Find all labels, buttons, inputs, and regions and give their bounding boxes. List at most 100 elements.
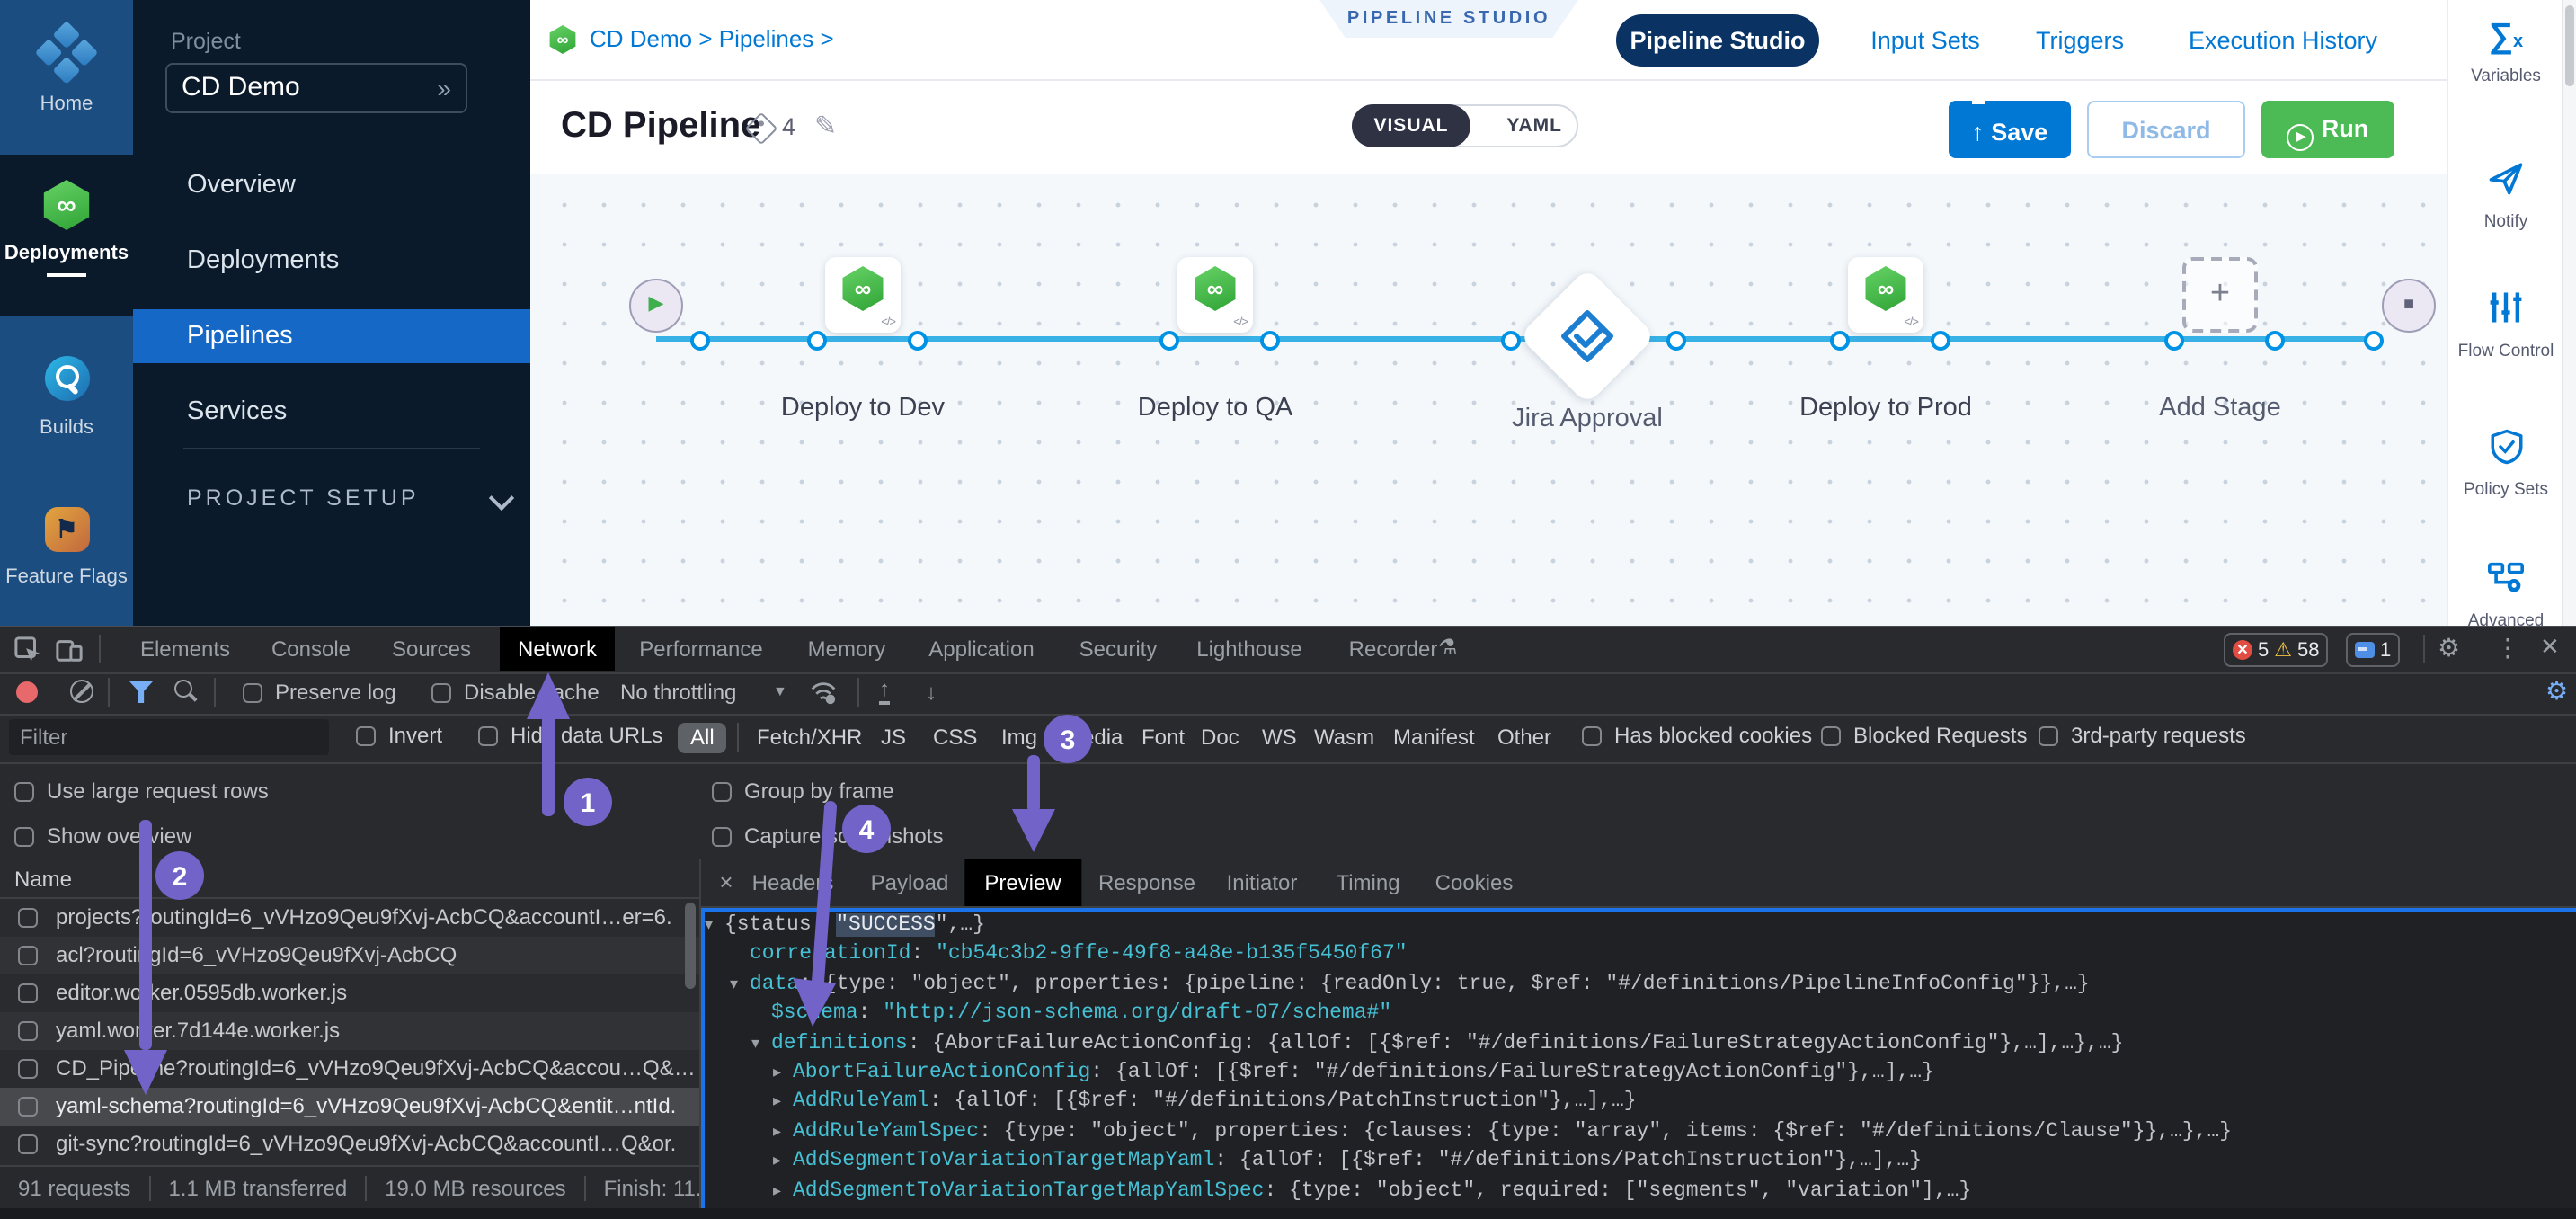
devtools-tab-recorder[interactable]: Recorder	[1349, 627, 1438, 671]
chevron-down-icon[interactable]	[489, 485, 514, 511]
sidebar-item-deployments[interactable]: ∞ Deployments	[0, 155, 133, 316]
json-line[interactable]: ▸AddRuleYaml: {allOf: [{$ref: "#/definit…	[705, 1089, 2576, 1118]
devtools-tab-network[interactable]: Network	[500, 627, 615, 671]
request-row[interactable]: yaml.worker.7d144e.worker.js	[0, 1012, 699, 1050]
invert-label[interactable]: Invert	[388, 723, 442, 748]
filter-type-css[interactable]: CSS	[933, 723, 977, 753]
filter-type-wasm[interactable]: Wasm	[1314, 723, 1374, 753]
tab-execution-history[interactable]: Execution History	[2175, 14, 2391, 67]
issues-badge[interactable]: 1	[2346, 633, 2400, 667]
filter-input[interactable]	[9, 719, 329, 755]
close-devtools-icon[interactable]: ✕	[2540, 633, 2560, 662]
json-line[interactable]: ▸AddSegmentToVariationTargetMapYaml: {al…	[705, 1147, 2576, 1177]
variables-button[interactable]: ∑x Variables	[2448, 14, 2563, 89]
dropdown-arrow-icon[interactable]: ▼	[773, 678, 787, 707]
detail-tab-headers[interactable]: Headers	[752, 859, 834, 906]
sidebar-item-deployments-nav[interactable]: Deployments	[133, 234, 530, 288]
throttling-select[interactable]: No throttling	[620, 678, 736, 707]
disable-cache-checkbox[interactable]	[431, 678, 451, 707]
filter-type-fetch-xhr[interactable]: Fetch/XHR	[757, 723, 862, 753]
tab-triggers[interactable]: Triggers	[2026, 14, 2134, 67]
devtools-tab-elements[interactable]: Elements	[140, 627, 230, 671]
use-large-rows-label[interactable]: Use large request rows	[47, 779, 269, 804]
network-settings-gear-icon[interactable]: ⚙	[2545, 676, 2568, 707]
stage-deploy-to-qa[interactable]: ∞ </>	[1177, 257, 1253, 333]
show-overview-label[interactable]: Show overview	[47, 823, 191, 849]
filter-type-doc[interactable]: Doc	[1201, 723, 1239, 753]
hide-data-urls-checkbox[interactable]	[478, 723, 498, 748]
sidebar-item-feature-flags[interactable]: ⚑ Feature Flags	[0, 471, 133, 626]
devtools-tab-sources[interactable]: Sources	[392, 627, 471, 671]
detail-tab-preview[interactable]: Preview	[964, 859, 1080, 906]
filter-type-ws[interactable]: WS	[1262, 723, 1297, 753]
pipeline-end-node[interactable]: ■	[2382, 279, 2436, 333]
group-by-frame-checkbox[interactable]	[712, 779, 732, 804]
policy-sets-button[interactable]: Policy Sets	[2448, 428, 2563, 503]
pipeline-canvas[interactable]: ▶ ∞ </> ∞ </> ∞ </> + ■	[530, 174, 2447, 626]
blocked-requests-checkbox[interactable]	[1821, 723, 1841, 748]
request-row[interactable]: editor.worker.0595db.worker.js	[0, 974, 699, 1012]
record-button[interactable]	[16, 681, 38, 703]
json-root-line[interactable]: ▾{status: "SUCCESS",…}	[705, 912, 2576, 941]
third-party-requests-checkbox[interactable]	[2039, 723, 2058, 748]
sidebar-item-home[interactable]: Home	[0, 0, 133, 155]
search-icon[interactable]	[174, 680, 192, 698]
kebab-menu-icon[interactable]: ⋮	[2495, 633, 2520, 663]
preview-json-tree[interactable]: ▾{status: "SUCCESS",…} correlationId: "c…	[701, 908, 2576, 1208]
json-line[interactable]: ▸AddRuleYamlSpec: {type: "object", prope…	[705, 1117, 2576, 1147]
inspect-element-icon[interactable]	[14, 636, 41, 663]
scrollbar-thumb[interactable]	[2565, 5, 2574, 86]
console-status-badge[interactable]: ✕5 ⚠58	[2224, 633, 2329, 667]
third-party-requests-label[interactable]: 3rd-party requests	[2071, 723, 2246, 748]
import-har-icon[interactable]: ↑	[879, 678, 890, 705]
detail-tab-cookies[interactable]: Cookies	[1435, 859, 1514, 906]
toggle-yaml[interactable]: YAML	[1506, 106, 1562, 146]
filter-type-other[interactable]: Other	[1497, 723, 1551, 753]
detail-tab-initiator[interactable]: Initiator	[1227, 859, 1298, 906]
filter-funnel-icon[interactable]	[129, 681, 153, 703]
json-line[interactable]: ▾data: {type: "object", properties: {pip…	[705, 971, 2576, 1001]
close-detail-icon[interactable]: ×	[708, 859, 744, 906]
devtools-tab-lighthouse[interactable]: Lighthouse	[1196, 627, 1301, 671]
stage-jira-approval[interactable]	[1519, 268, 1657, 405]
tab-pipeline-studio[interactable]: Pipeline Studio	[1616, 14, 1819, 67]
request-row[interactable]: projects?routingId=6_vVHzo9Qeu9fXvj-AcbC…	[0, 899, 699, 937]
toggle-visual[interactable]: VISUAL	[1352, 104, 1470, 147]
filter-type-manifest[interactable]: Manifest	[1393, 723, 1475, 753]
filter-type-img[interactable]: Img	[1001, 723, 1037, 753]
add-stage-button[interactable]: +	[2182, 257, 2258, 333]
devtools-tab-memory[interactable]: Memory	[808, 627, 886, 671]
json-line[interactable]: correlationId: "cb54c3b2-9ffe-49f8-a48e-…	[705, 941, 2576, 971]
network-conditions-icon[interactable]	[809, 680, 838, 705]
devtools-tab-console[interactable]: Console	[271, 627, 351, 671]
pipeline-start-node[interactable]: ▶	[629, 279, 683, 333]
capture-screenshots-checkbox[interactable]	[712, 823, 732, 849]
filter-type-all[interactable]: All	[678, 723, 727, 753]
sidebar-item-pipelines[interactable]: Pipelines	[133, 309, 530, 363]
detail-tab-timing[interactable]: Timing	[1336, 859, 1399, 906]
settings-gear-icon[interactable]: ⚙	[2438, 633, 2460, 663]
device-toolbar-icon[interactable]	[56, 636, 83, 663]
devtools-tab-performance[interactable]: Performance	[639, 627, 762, 671]
breadcrumb[interactable]: CD Demo > Pipelines >	[590, 25, 834, 52]
detail-tab-response[interactable]: Response	[1098, 859, 1195, 906]
request-list-scrollbar[interactable]	[685, 903, 696, 989]
sidebar-item-overview[interactable]: Overview	[133, 158, 530, 212]
invert-checkbox[interactable]	[356, 723, 376, 748]
filter-type-media[interactable]: Media	[1064, 723, 1123, 753]
flow-control-button[interactable]: Flow Control	[2448, 288, 2563, 364]
sidebar-item-builds[interactable]: Builds	[0, 316, 133, 471]
export-har-icon[interactable]: ↓	[926, 678, 937, 707]
stage-deploy-to-prod[interactable]: ∞ </>	[1848, 257, 1923, 333]
clear-icon[interactable]	[70, 680, 93, 703]
tab-input-sets[interactable]: Input Sets	[1862, 14, 1988, 67]
project-setup-label[interactable]: PROJECT SETUP	[187, 485, 420, 511]
json-line[interactable]: $schema: "http://json-schema.org/draft-0…	[705, 1000, 2576, 1029]
json-line[interactable]: ▸AbortFailureActionConfig: {allOf: [{$re…	[705, 1059, 2576, 1089]
name-column-header[interactable]: Name	[0, 859, 699, 899]
has-blocked-cookies-label[interactable]: Has blocked cookies	[1614, 723, 1812, 748]
disable-cache-label[interactable]: Disable cache	[464, 678, 600, 707]
sidebar-item-services[interactable]: Services	[133, 385, 530, 439]
blocked-requests-label[interactable]: Blocked Requests	[1853, 723, 2027, 748]
request-row[interactable]: git-sync?routingId=6_vVHzo9Qeu9fXvj-AcbC…	[0, 1126, 699, 1163]
